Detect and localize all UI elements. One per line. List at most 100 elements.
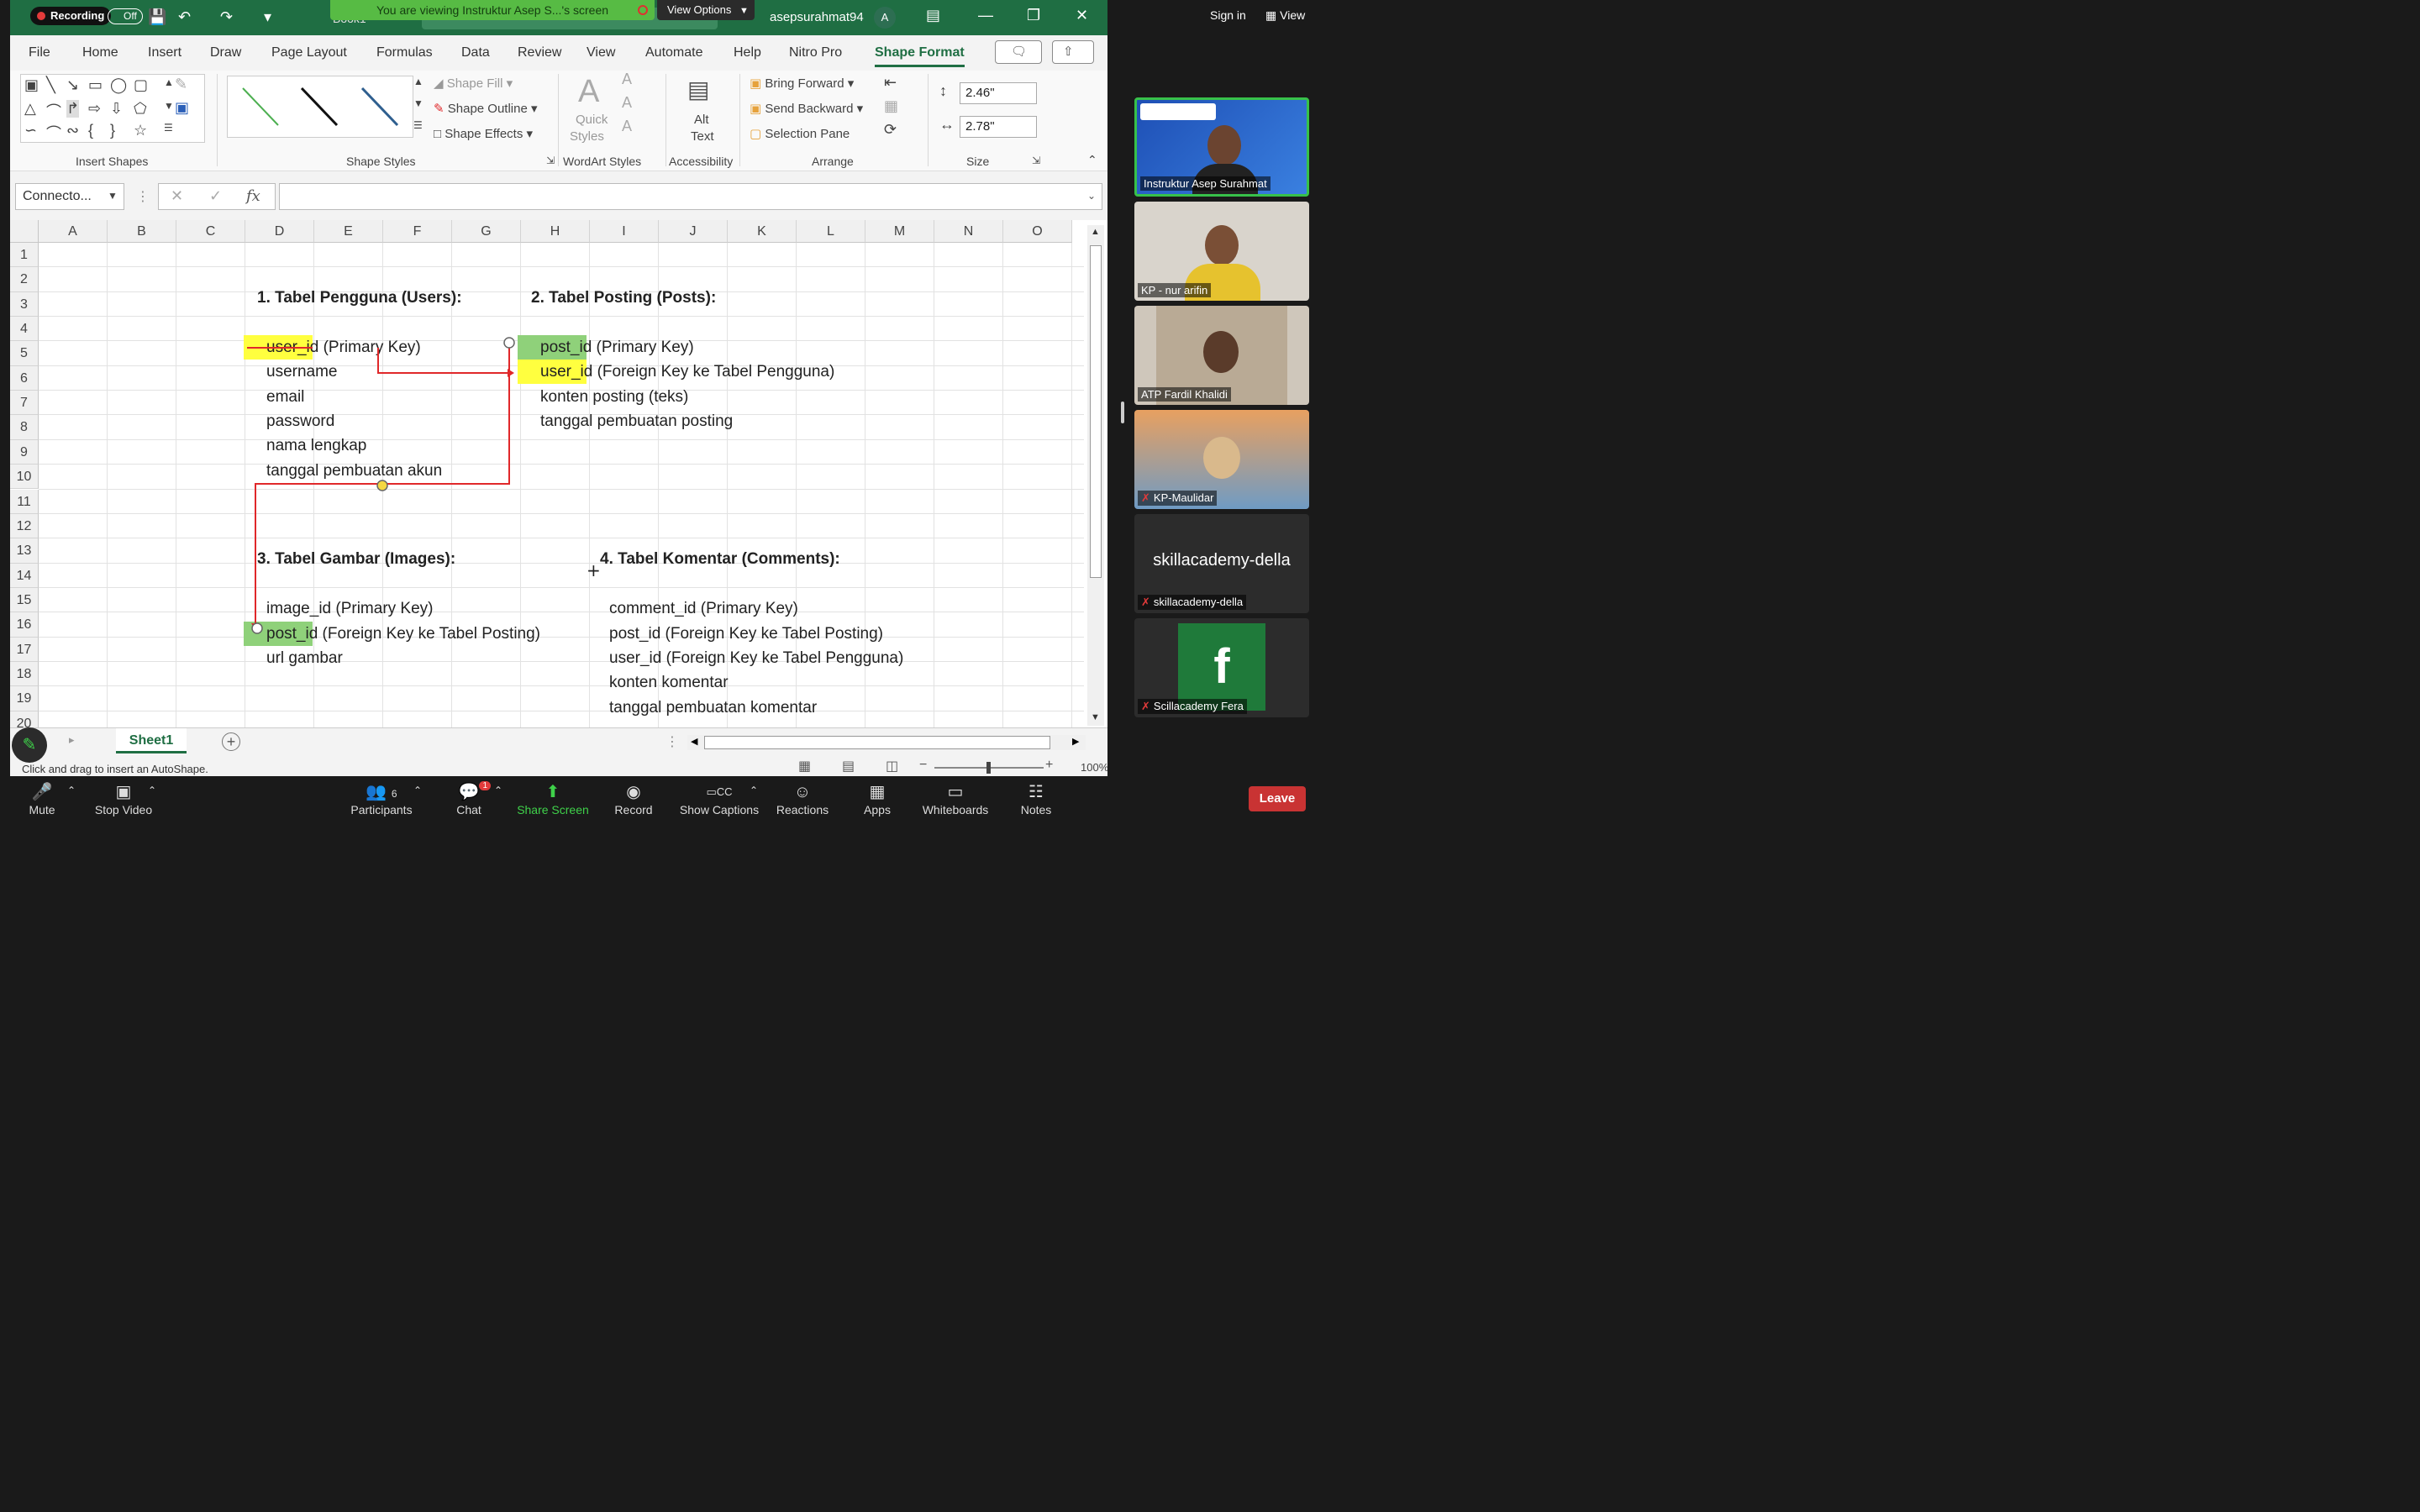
gallery-down-icon[interactable]: ▼	[164, 100, 174, 112]
tab-help[interactable]: Help	[734, 45, 761, 60]
collapse-ribbon-icon[interactable]: ⌃	[1087, 153, 1097, 167]
styles-down-icon[interactable]: ▼	[413, 97, 424, 109]
participant-tile[interactable]: skillacademy-della ✗ skillacademy-della	[1134, 514, 1309, 613]
save-icon[interactable]: 💾	[148, 8, 166, 26]
formula-input[interactable]	[279, 183, 1102, 210]
autosave-toggle[interactable]: Off	[108, 8, 143, 24]
tab-draw[interactable]: Draw	[210, 45, 241, 60]
bring-forward-button[interactable]: ▣ Bring Forward ▾	[750, 76, 854, 91]
curve-shape-icon[interactable]: ∾	[66, 122, 79, 139]
record-button[interactable]: ◉ Record	[612, 781, 655, 816]
row-header[interactable]: 12	[10, 513, 39, 539]
video-options-icon[interactable]: ⌃	[148, 785, 156, 796]
line-shape-icon[interactable]: ╲	[46, 76, 55, 94]
alt-text-icon[interactable]: ▤	[687, 76, 709, 103]
shape-styles-gallery[interactable]	[227, 76, 413, 138]
row-header[interactable]: 3	[10, 291, 39, 318]
stop-video-button[interactable]: ▣ Stop Video	[92, 781, 155, 816]
column-header[interactable]: M	[865, 220, 934, 243]
tab-home[interactable]: Home	[82, 45, 118, 60]
tab-view[interactable]: View	[587, 45, 615, 60]
select-all-corner[interactable]	[10, 220, 39, 243]
left-brace-shape-icon[interactable]: {	[88, 122, 93, 139]
tab-file[interactable]: File	[29, 45, 50, 60]
send-backward-button[interactable]: ▣ Send Backward ▾	[750, 101, 863, 116]
column-header[interactable]: L	[797, 220, 865, 243]
comments-button[interactable]: 🗨	[995, 40, 1042, 64]
participant-tile[interactable]: KP - nur arifin	[1134, 202, 1309, 301]
annotate-pencil-icon[interactable]: ✎	[12, 727, 47, 763]
view-button[interactable]: ▦ View	[1265, 8, 1305, 23]
comments-field-created[interactable]: tanggal pembuatan komentar	[609, 699, 817, 717]
row-header[interactable]: 19	[10, 686, 39, 711]
row-header[interactable]: 13	[10, 538, 39, 564]
table-images-title[interactable]: 3. Tabel Gambar (Images):	[257, 550, 455, 569]
undo-icon[interactable]: ↶	[178, 8, 191, 26]
minimize-icon[interactable]: —	[978, 7, 993, 24]
row-header[interactable]: 14	[10, 563, 39, 588]
row-header[interactable]: 10	[10, 465, 39, 490]
column-header[interactable]: J	[659, 220, 728, 243]
textbox-shape-icon[interactable]: ▣	[24, 76, 39, 94]
connector-start-handle[interactable]	[503, 337, 515, 349]
shape-fill-button[interactable]: ◢ Shape Fill ▾	[434, 76, 513, 91]
zoom-level[interactable]: 100%	[1081, 761, 1107, 774]
comments-field-comment-id[interactable]: comment_id (Primary Key)	[609, 600, 798, 618]
horizontal-scroll-thumb[interactable]	[704, 736, 1050, 749]
images-field-url[interactable]: url gambar	[266, 649, 343, 668]
enter-icon[interactable]: ✓	[209, 187, 222, 205]
mute-button[interactable]: 🎤 Mute	[25, 781, 59, 816]
styles-up-icon[interactable]: ▲	[413, 76, 424, 87]
row-header[interactable]: 4	[10, 317, 39, 342]
posts-field-user-id[interactable]: user_id (Foreign Key ke Tabel Pengguna)	[540, 363, 834, 381]
share-screen-button[interactable]: ⬆ Share Screen	[514, 781, 592, 816]
column-header[interactable]: N	[934, 220, 1003, 243]
name-box-dropdown-icon[interactable]: ▼	[108, 190, 118, 202]
users-field-created[interactable]: tanggal pembuatan akun	[266, 462, 442, 480]
triangle-shape-icon[interactable]: △	[24, 100, 36, 118]
apps-button[interactable]: ▦ Apps	[860, 781, 894, 816]
shape-width-input[interactable]: 2.78"	[960, 116, 1037, 138]
panel-resize-handle[interactable]	[1121, 402, 1124, 423]
align-icon[interactable]: ⇤	[884, 74, 897, 92]
shape-outline-button[interactable]: ✎ Shape Outline ▾	[434, 101, 538, 116]
chat-options-icon[interactable]: ⌃	[494, 785, 502, 796]
oval-shape-icon[interactable]: ◯	[110, 76, 127, 94]
avatar[interactable]: A	[874, 7, 896, 29]
text-effects-icon[interactable]: A	[622, 118, 632, 135]
customize-qat-icon[interactable]: ▾	[264, 8, 271, 26]
sheet-tab-sheet1[interactable]: Sheet1	[116, 728, 187, 753]
column-header[interactable]: D	[245, 220, 314, 243]
arrow-line-shape-icon[interactable]: ↘	[66, 76, 79, 94]
zoom-out-icon[interactable]: −	[919, 758, 927, 773]
users-field-email[interactable]: email	[266, 388, 304, 407]
gallery-more-icon[interactable]: ☰	[164, 122, 173, 134]
arc-shape-icon[interactable]: ⌒	[46, 122, 61, 144]
text-fill-icon[interactable]: A	[622, 71, 632, 88]
right-brace-shape-icon[interactable]: }	[110, 122, 115, 139]
users-field-user-id[interactable]: user_id (Primary Key)	[266, 339, 421, 357]
users-field-full-name[interactable]: nama lengkap	[266, 437, 366, 455]
share-button[interactable]: ⇧	[1052, 40, 1094, 64]
tab-nitro-pro[interactable]: Nitro Pro	[789, 45, 842, 60]
quick-styles-icon[interactable]: A	[578, 74, 599, 110]
tab-formulas[interactable]: Formulas	[376, 45, 433, 60]
participant-tile[interactable]: f ✗ Scillacademy Fera	[1134, 618, 1309, 717]
column-header[interactable]: O	[1003, 220, 1072, 243]
reactions-button[interactable]: ☺ Reactions	[775, 781, 830, 816]
edit-shape-icon[interactable]: ✎	[175, 76, 187, 93]
column-header[interactable]: B	[108, 220, 176, 243]
zoom-slider-thumb[interactable]	[986, 762, 991, 774]
scroll-down-icon[interactable]: ▼	[1091, 712, 1100, 722]
add-sheet-icon[interactable]: +	[222, 732, 240, 751]
whiteboards-button[interactable]: ▭ Whiteboards	[919, 781, 992, 816]
participants-button[interactable]: 👥 6 Participants	[348, 781, 415, 816]
tab-split-icon[interactable]: ⋮	[666, 733, 679, 750]
ribbon-display-icon[interactable]: ▤	[926, 7, 940, 24]
row-header[interactable]: 11	[10, 489, 39, 514]
rectangle-shape-icon[interactable]: ▭	[88, 76, 103, 94]
row-header[interactable]: 8	[10, 415, 39, 440]
pentagon-shape-icon[interactable]: ⬠	[134, 100, 147, 118]
elbow-arrow-connector-icon[interactable]: ↱	[66, 100, 80, 118]
scroll-left-icon[interactable]: ◀	[691, 736, 697, 747]
